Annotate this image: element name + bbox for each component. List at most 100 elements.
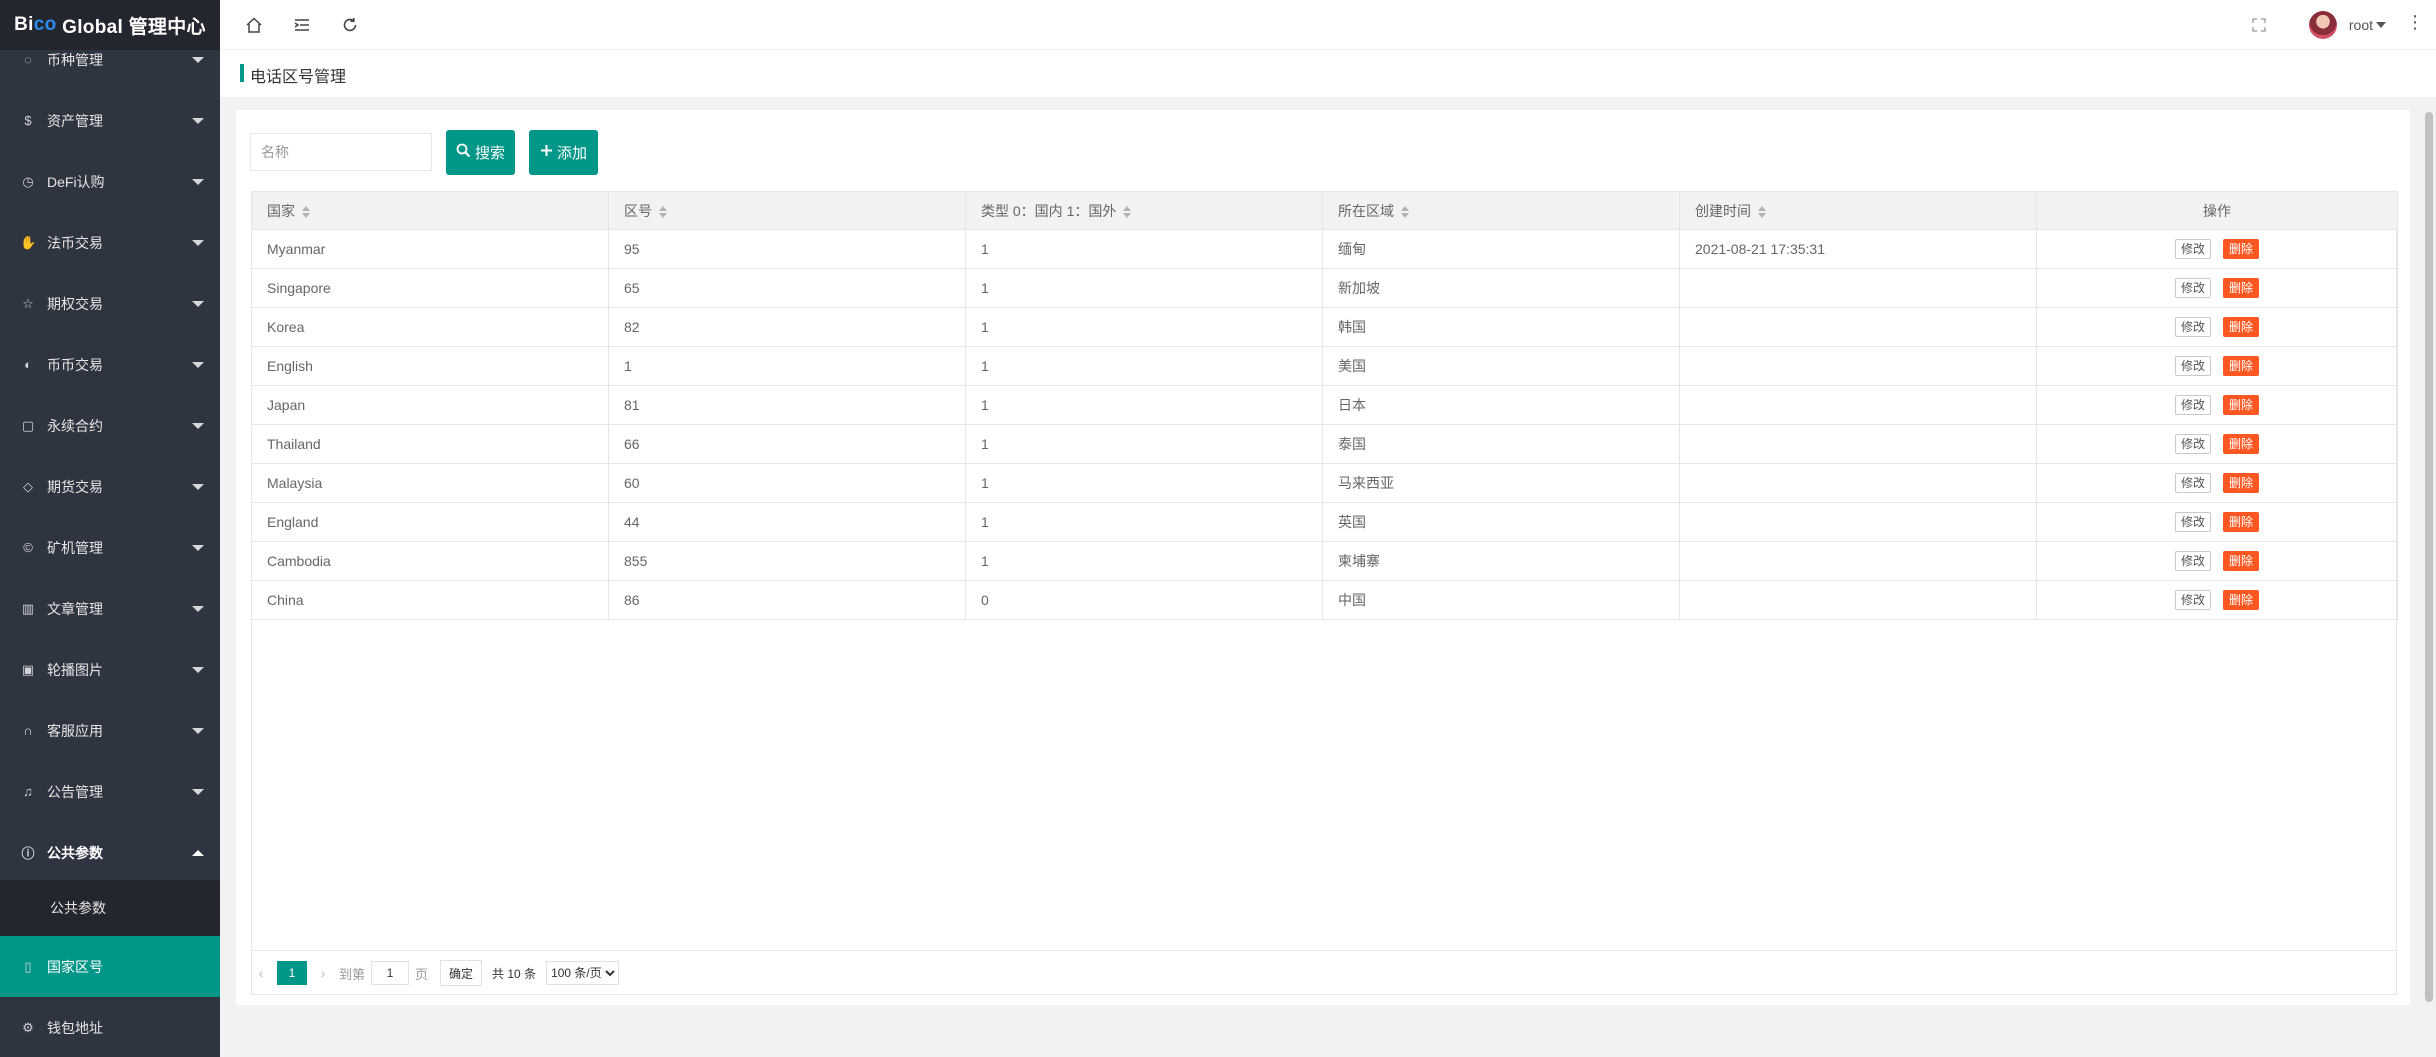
column-header-region[interactable]: 所在区域 xyxy=(1322,191,1680,230)
copyright-icon: © xyxy=(23,540,33,555)
refresh-icon[interactable] xyxy=(338,13,362,37)
hand-icon: ✋ xyxy=(20,234,37,250)
search-input[interactable] xyxy=(250,133,432,171)
add-button[interactable]: 添加 xyxy=(529,130,598,175)
sidebar: Bi co Global 管理中心 ◌ 币种管理 $ 资产管理 ◷ DeFi认购 ✋ 法币交易 ☆… xyxy=(0,0,220,1057)
sidebar-item[interactable]: © 矿机管理 xyxy=(0,517,220,578)
home-icon[interactable] xyxy=(242,13,266,37)
sidebar-item-label: 国家区号 xyxy=(47,958,103,975)
cell-actions: 修改 删除 xyxy=(2036,502,2398,542)
current-page[interactable]: 1 xyxy=(277,961,307,985)
sidebar-item[interactable]: ✋ 法币交易 xyxy=(0,212,220,273)
sidebar-item[interactable]: ◌ 币种管理 xyxy=(0,29,220,90)
column-header-type[interactable]: 类型 0：国内 1：国外 xyxy=(965,191,1323,230)
cell-created xyxy=(1679,580,2037,620)
goto-page-input[interactable] xyxy=(371,961,410,985)
sidebar-item[interactable]: ☆ 期权交易 xyxy=(0,273,220,334)
column-header-label: 类型 0：国内 1：国外 xyxy=(981,202,1117,219)
sort-icon[interactable] xyxy=(658,205,668,219)
menu-collapse-icon[interactable] xyxy=(290,13,314,37)
sidebar-item[interactable]: ⓘ 公共参数 xyxy=(0,822,220,883)
coin-icon: ◌ xyxy=(24,52,32,67)
bell-icon: ♫ xyxy=(23,784,33,799)
sidebar-item-wallet-address[interactable]: ⚙ 钱包地址 xyxy=(0,997,220,1057)
sidebar-item-label: 币币交易 xyxy=(47,356,103,373)
chevron-down-icon xyxy=(192,788,204,795)
prev-page-icon[interactable]: ‹ xyxy=(251,965,271,981)
delete-button[interactable]: 删除 xyxy=(2223,356,2260,376)
delete-button[interactable]: 删除 xyxy=(2223,590,2260,610)
column-header-code[interactable]: 区号 xyxy=(608,191,966,230)
cell-region: 日本 xyxy=(1322,385,1680,425)
sidebar-item[interactable]: ∩ 客服应用 xyxy=(0,700,220,761)
edit-button[interactable]: 修改 xyxy=(2174,239,2211,259)
sidebar-item-label: 公共参数 xyxy=(47,844,103,861)
sidebar-item[interactable]: ▢ 永续合约 xyxy=(0,395,220,456)
column-header-country[interactable]: 国家 xyxy=(251,191,609,230)
column-header-label: 创建时间 xyxy=(1695,202,1751,219)
sidebar-item[interactable]: $ 资产管理 xyxy=(0,90,220,151)
sort-icon[interactable] xyxy=(1400,205,1410,219)
cell-actions: 修改 删除 xyxy=(2036,268,2398,308)
chevron-down-icon xyxy=(192,605,204,612)
sidebar-item[interactable]: ◐ 币币交易 xyxy=(0,334,220,395)
goto-confirm-button[interactable]: 确定 xyxy=(440,960,483,986)
delete-button[interactable]: 删除 xyxy=(2223,317,2260,337)
cell-country: Myanmar xyxy=(251,229,609,269)
sidebar-item[interactable]: ♫ 公告管理 xyxy=(0,761,220,822)
chevron-down-icon xyxy=(2376,22,2386,28)
star-icon: ☆ xyxy=(22,295,34,311)
column-header-label: 操作 xyxy=(2203,202,2231,219)
sort-icon[interactable] xyxy=(1122,205,1132,219)
edit-button[interactable]: 修改 xyxy=(2174,473,2211,493)
sort-icon[interactable] xyxy=(1757,205,1767,219)
sidebar-item-label: 永续合约 xyxy=(47,417,103,434)
cell-country: Malaysia xyxy=(251,463,609,503)
sidebar-item[interactable]: ◇ 期货交易 xyxy=(0,456,220,517)
edit-button[interactable]: 修改 xyxy=(2174,395,2211,415)
fullscreen-icon[interactable] xyxy=(2247,13,2271,37)
table-row: English 1 1 美国 修改 删除 xyxy=(251,346,2398,386)
book-icon: ▥ xyxy=(21,600,35,616)
edit-button[interactable]: 修改 xyxy=(2174,317,2211,337)
cell-type: 1 xyxy=(965,307,1323,347)
column-header-created[interactable]: 创建时间 xyxy=(1679,191,2037,230)
edit-button[interactable]: 修改 xyxy=(2174,356,2211,376)
delete-button[interactable]: 删除 xyxy=(2223,239,2260,259)
edit-button[interactable]: 修改 xyxy=(2174,512,2211,532)
more-vertical-icon[interactable]: ⋮ xyxy=(2406,12,2424,33)
sidebar-item[interactable]: ◷ DeFi认购 xyxy=(0,151,220,212)
cell-country: Thailand xyxy=(251,424,609,464)
exchange-icon: ◐ xyxy=(24,357,32,372)
edit-button[interactable]: 修改 xyxy=(2174,551,2211,571)
cell-region: 中国 xyxy=(1322,580,1680,620)
sidebar-item[interactable]: ▣ 轮播图片 xyxy=(0,639,220,700)
sidebar-item-country-code[interactable]: ▯ 国家区号 xyxy=(0,936,220,997)
cell-actions: 修改 删除 xyxy=(2036,541,2398,581)
delete-button[interactable]: 删除 xyxy=(2223,278,2260,298)
delete-button[interactable]: 删除 xyxy=(2223,551,2260,571)
goto-label: 到第 xyxy=(339,966,366,982)
edit-button[interactable]: 修改 xyxy=(2174,590,2211,610)
title-accent-bar xyxy=(240,64,244,82)
user-menu[interactable]: root xyxy=(2308,11,2386,39)
sort-icon[interactable] xyxy=(301,205,311,219)
delete-button[interactable]: 删除 xyxy=(2223,473,2260,493)
cell-country: Japan xyxy=(251,385,609,425)
search-button[interactable]: 搜索 xyxy=(446,130,515,175)
cell-region: 泰国 xyxy=(1322,424,1680,464)
delete-button[interactable]: 删除 xyxy=(2223,395,2260,415)
next-page-icon[interactable]: › xyxy=(313,965,333,981)
chevron-down-icon xyxy=(192,544,204,551)
delete-button[interactable]: 删除 xyxy=(2223,512,2260,532)
edit-button[interactable]: 修改 xyxy=(2174,278,2211,298)
cell-created xyxy=(1679,424,2037,464)
sidebar-subitem-public-params[interactable]: 公共参数 xyxy=(0,880,220,936)
edit-button[interactable]: 修改 xyxy=(2174,434,2211,454)
delete-button[interactable]: 删除 xyxy=(2223,434,2260,454)
table-row: China 86 0 中国 修改 删除 xyxy=(251,580,2398,620)
scrollbar-thumb[interactable] xyxy=(2425,112,2433,1002)
cell-created: 2021-08-21 17:35:31 xyxy=(1679,229,2037,269)
page-size-select[interactable]: 100 条/页 xyxy=(546,961,620,985)
sidebar-item[interactable]: ▥ 文章管理 xyxy=(0,578,220,639)
